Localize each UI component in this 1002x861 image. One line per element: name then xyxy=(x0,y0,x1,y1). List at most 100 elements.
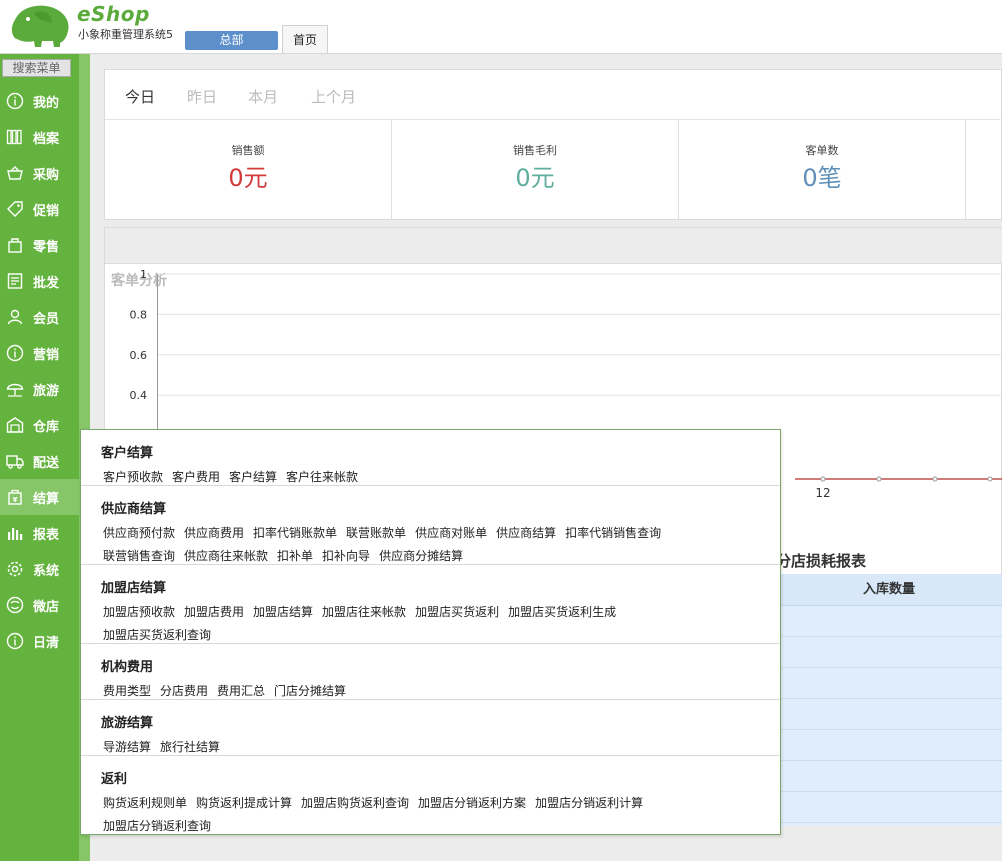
sidebar-item-member[interactable]: 会员 xyxy=(0,299,79,335)
umbrella-icon xyxy=(5,379,25,399)
table-row xyxy=(776,699,1002,730)
search-menu-button[interactable]: 搜索菜单 xyxy=(2,59,71,77)
menu-item[interactable]: 供应商预付款 xyxy=(103,522,175,545)
menu-group: 客户结算 客户预收款 客户费用 客户结算 客户往来帐款 xyxy=(81,430,780,486)
books-icon xyxy=(5,127,25,147)
sidebar-item-warehouse[interactable]: 仓库 xyxy=(0,407,79,443)
sidebar-item-settlement[interactable]: ¥ 结算 xyxy=(0,479,79,515)
stat-label: 客单数 xyxy=(805,144,839,157)
info-icon xyxy=(5,631,25,651)
summary-panel: 今日 昨日 本月 上个月 销售额 0元 销售毛利 0元 客单数 0笔 xyxy=(104,69,1002,220)
sidebar-item-promotion[interactable]: 促销 xyxy=(0,191,79,227)
settle-icon: ¥ xyxy=(5,487,25,507)
sidebar-item-archive[interactable]: 档案 xyxy=(0,119,79,155)
sidebar-item-marketing[interactable]: 营销 xyxy=(0,335,79,371)
basket-icon xyxy=(5,163,25,183)
data-point xyxy=(820,476,826,482)
table-row xyxy=(776,792,1002,823)
stat-value: 0笔 xyxy=(802,164,842,192)
menu-item[interactable]: 加盟店分销返利计算 xyxy=(535,792,643,815)
menu-item[interactable]: 扣率代销账款单 xyxy=(253,522,337,545)
sidebar-item-retail[interactable]: 零售 xyxy=(0,227,79,263)
sidebar-item-microstore[interactable]: 微店 xyxy=(0,587,79,623)
stat-value: 0元 xyxy=(228,164,268,192)
sidebar: 搜索菜单 我的 档案 采购 促销 零售 批发 会员 营销 旅游 仓库 配送 ¥ … xyxy=(0,54,79,861)
sidebar-item-label: 营销 xyxy=(33,347,60,363)
menu-item[interactable]: 扣率代销销售查询 xyxy=(565,522,661,545)
stat-row: 销售额 0元 销售毛利 0元 客单数 0笔 xyxy=(105,120,1002,220)
menu-item[interactable]: 购货返利提成计算 xyxy=(196,792,292,815)
menu-item[interactable]: 供应商结算 xyxy=(496,522,556,545)
y-tick-label: 0.8 xyxy=(130,308,148,321)
y-tick-label: 0.4 xyxy=(130,389,148,402)
sidebar-item-label: 系统 xyxy=(33,563,60,579)
menu-item[interactable]: 加盟店买货返利 xyxy=(415,601,499,624)
report-table: 入库数量 xyxy=(776,574,1002,826)
menu-item[interactable]: 加盟店费用 xyxy=(184,601,244,624)
table-row xyxy=(776,606,1002,637)
sidebar-item-mine[interactable]: 我的 xyxy=(0,83,79,119)
menu-item[interactable]: 加盟店分销返利查询 xyxy=(103,815,211,838)
info-icon xyxy=(5,91,25,111)
sidebar-item-label: 微店 xyxy=(33,599,60,615)
menu-item[interactable]: 购货返利规则单 xyxy=(103,792,187,815)
menu-item[interactable]: 供应商费用 xyxy=(184,522,244,545)
sidebar-item-label: 配送 xyxy=(33,455,60,471)
bag-icon xyxy=(5,235,25,255)
menu-item[interactable]: 加盟店结算 xyxy=(253,601,313,624)
stat-label: 销售毛利 xyxy=(513,144,557,157)
menu-group-items: 供应商预付款 供应商费用 扣率代销账款单 联营账款单 供应商对账单 供应商结算 扣率代销销售… xyxy=(103,522,723,568)
sidebar-item-wholesale[interactable]: 批发 xyxy=(0,263,79,299)
sidebar-item-label: 会员 xyxy=(33,311,60,327)
sidebar-item-system[interactable]: 系统 xyxy=(0,551,79,587)
tab-today[interactable]: 今日 xyxy=(125,86,155,107)
chart-header-bar xyxy=(105,228,1002,264)
date-tabs: 今日 昨日 本月 上个月 xyxy=(105,70,1002,120)
sidebar-item-delivery[interactable]: 配送 xyxy=(0,443,79,479)
menu-item[interactable]: 联营账款单 xyxy=(346,522,406,545)
stat-label: 销售额 xyxy=(231,144,265,157)
sidebar-item-label: 采购 xyxy=(33,167,60,183)
tab-yesterday[interactable]: 昨日 xyxy=(187,86,217,107)
menu-item[interactable]: 加盟店往来帐款 xyxy=(322,601,406,624)
menu-group: 供应商结算 供应商预付款 供应商费用 扣率代销账款单 联营账款单 供应商对账单 供应商结算扣… xyxy=(81,486,780,565)
menu-group: 旅游结算 导游结算 旅行社结算 xyxy=(81,700,780,756)
svg-text:¥: ¥ xyxy=(13,496,18,504)
menu-item[interactable]: 加盟店买货返利生成 xyxy=(508,601,616,624)
sidebar-item-travel[interactable]: 旅游 xyxy=(0,371,79,407)
menu-item[interactable]: 加盟店分销返利方案 xyxy=(418,792,526,815)
y-tick-label: 0.6 xyxy=(130,349,148,362)
menu-item[interactable]: 加盟店购货返利查询 xyxy=(301,792,409,815)
menu-item[interactable]: 加盟店预收款 xyxy=(103,601,175,624)
truck-icon xyxy=(5,451,25,471)
sidebar-item-daily-close[interactable]: 日清 xyxy=(0,623,79,659)
menu-group-items: 购货返利规则单 购货返利提成计算 加盟店购货返利查询 加盟店分销返利方案 加盟店分销返利… xyxy=(103,792,723,838)
x-tick-label: 12 xyxy=(815,486,830,500)
y-tick-label: 1 xyxy=(140,268,147,281)
branch-button[interactable]: 总部 xyxy=(185,31,278,50)
sidebar-nav: 我的 档案 采购 促销 零售 批发 会员 营销 旅游 仓库 配送 ¥ 结算 报表… xyxy=(0,83,79,659)
menu-group: 返利 购货返利规则单 购货返利提成计算 加盟店购货返利查询 加盟店分销返利方案 加盟店分销… xyxy=(81,756,780,836)
sidebar-item-label: 批发 xyxy=(33,275,60,291)
sidebar-item-label: 促销 xyxy=(33,203,60,219)
sidebar-item-label: 零售 xyxy=(33,239,60,255)
bar-chart-icon xyxy=(5,523,25,543)
menu-group-title: 加盟店结算 xyxy=(101,581,167,596)
gear-icon xyxy=(5,559,25,579)
sidebar-item-reports[interactable]: 报表 xyxy=(0,515,79,551)
stat-value: 0元 xyxy=(515,164,555,192)
sidebar-item-label: 我的 xyxy=(33,95,60,111)
user-icon xyxy=(5,307,25,327)
warehouse-icon xyxy=(5,415,25,435)
sidebar-item-label: 报表 xyxy=(33,527,60,543)
sidebar-item-purchase[interactable]: 采购 xyxy=(0,155,79,191)
info-icon xyxy=(5,343,25,363)
tab-last-month[interactable]: 上个月 xyxy=(311,86,356,107)
header: eShop 小象称重管理系统5 总部 首页 xyxy=(0,0,1002,54)
tab-home[interactable]: 首页 xyxy=(282,25,328,54)
data-point xyxy=(987,476,993,482)
sidebar-item-label: 旅游 xyxy=(33,383,60,399)
tab-this-month[interactable]: 本月 xyxy=(248,86,278,107)
tag-icon xyxy=(5,199,25,219)
menu-item[interactable]: 供应商对账单 xyxy=(415,522,487,545)
